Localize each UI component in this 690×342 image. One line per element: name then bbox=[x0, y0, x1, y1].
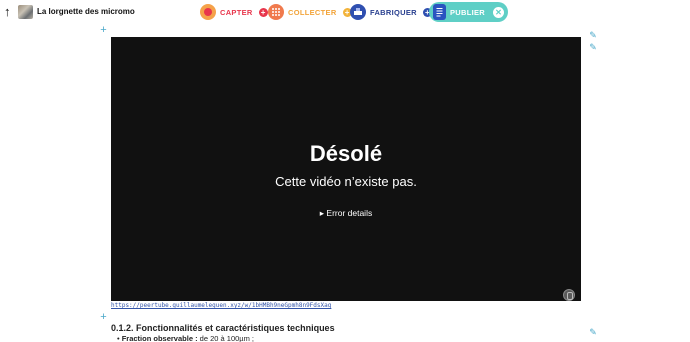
back-arrow-icon[interactable]: ↑ bbox=[4, 4, 16, 20]
peertube-logo-icon[interactable] bbox=[563, 289, 575, 301]
step-collecter-label: COLLECTER bbox=[288, 7, 337, 17]
grid-icon bbox=[268, 4, 284, 20]
bullet-value: de 20 à 100µm ; bbox=[197, 334, 255, 342]
close-publier-icon[interactable]: ✕ bbox=[493, 6, 505, 18]
video-link[interactable]: https://peertube.guillaumeleguen.xyz/w/1… bbox=[111, 302, 331, 310]
capter-icon bbox=[200, 4, 216, 20]
step-capter-label: CAPTER bbox=[220, 7, 253, 17]
step-collecter[interactable]: COLLECTER + bbox=[268, 3, 352, 21]
video-player[interactable]: Désolé Cette vidéo n’existe pas. ▸ Error… bbox=[111, 37, 581, 301]
bullet-label: Fraction observable : bbox=[121, 334, 198, 342]
add-block-top-icon[interactable]: + bbox=[99, 25, 108, 36]
document-icon bbox=[433, 4, 446, 20]
step-capter[interactable]: CAPTER + bbox=[200, 3, 268, 21]
edit-pencil-icon[interactable]: ✎ bbox=[588, 30, 598, 40]
list-item: • Fraction observable : de 20 à 100µm ; bbox=[117, 334, 254, 342]
step-publier[interactable]: PUBLIER ✕ bbox=[429, 2, 509, 22]
printer-icon bbox=[350, 4, 366, 20]
video-error-message: Cette vidéo n’existe pas. bbox=[275, 174, 417, 189]
step-fabriquer-label: FABRIQUER bbox=[370, 7, 417, 17]
project-title[interactable]: La lorgnette des micromo bbox=[37, 5, 135, 19]
add-block-icon[interactable]: + bbox=[99, 312, 108, 323]
video-error-title: Désolé bbox=[309, 141, 383, 166]
add-capter-button[interactable]: + bbox=[258, 7, 268, 17]
section-title: 0.1.2. Fonctionnalités et caractéristiqu… bbox=[111, 323, 335, 333]
edit-section-icon[interactable]: ✎ bbox=[588, 327, 598, 337]
error-details-toggle[interactable]: ▸ Error details bbox=[111, 207, 581, 219]
step-fabriquer[interactable]: FABRIQUER + bbox=[350, 3, 432, 21]
edit-video-icon[interactable]: ✎ bbox=[588, 42, 598, 52]
step-publier-label: PUBLIER bbox=[450, 7, 486, 17]
top-bar: ↑ La lorgnette des micromo CAPTER + COLL… bbox=[0, 0, 690, 24]
project-thumbnail bbox=[18, 5, 33, 19]
